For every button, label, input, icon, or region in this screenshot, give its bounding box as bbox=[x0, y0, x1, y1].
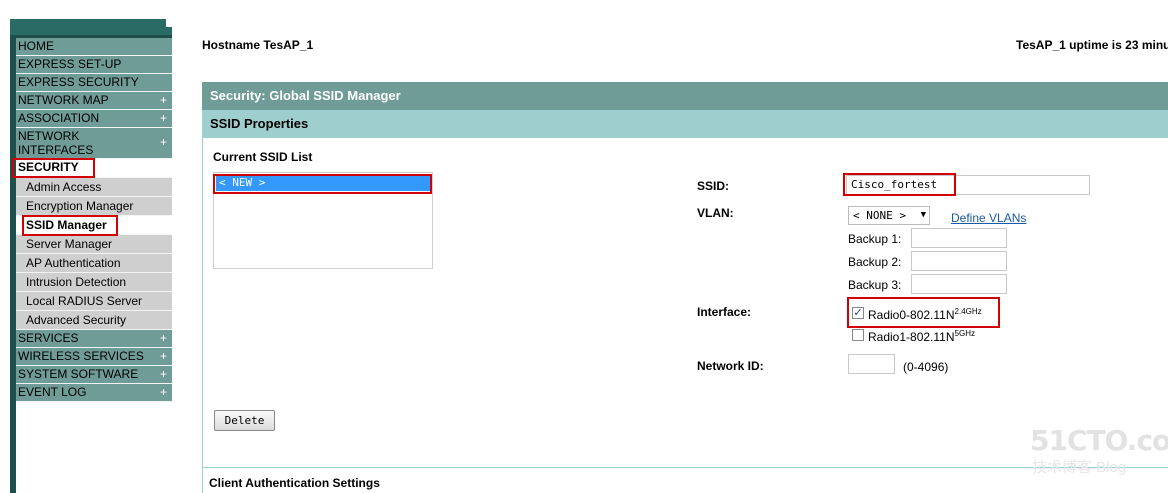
radio1-label: Radio1-802.11N bbox=[868, 330, 955, 344]
sidebar-nav: HOME EXPRESS SET-UP EXPRESS SECURITY NET… bbox=[16, 38, 172, 402]
sidebar-item-label: NETWORK MAP bbox=[18, 93, 109, 107]
radio1-band: 5GHz bbox=[954, 329, 975, 338]
radio0-label: Radio0-802.11N bbox=[868, 308, 955, 322]
sidebar-item-network-map[interactable]: NETWORK MAP + bbox=[16, 92, 172, 110]
sidebar-item-label: SECURITY bbox=[18, 160, 79, 174]
watermark-logo: 51CTO.com bbox=[1030, 424, 1168, 457]
backup2-label: Backup 2: bbox=[848, 255, 902, 269]
expand-plus-icon[interactable]: + bbox=[160, 366, 167, 383]
sidebar-subitem-encryption-manager[interactable]: Encryption Manager bbox=[16, 197, 172, 216]
vlan-select[interactable]: < NONE > ▼ bbox=[848, 206, 930, 225]
sidebar-item-label: WIRELESS SERVICES bbox=[18, 349, 144, 363]
backup3-label: Backup 3: bbox=[848, 278, 902, 292]
expand-plus-icon[interactable]: + bbox=[160, 348, 167, 365]
radio1-checkbox[interactable] bbox=[852, 329, 864, 341]
radio0-option: Radio0-802.11N2.4GHz bbox=[868, 307, 982, 322]
interface-label: Interface: bbox=[697, 305, 752, 319]
sidebar-item-association[interactable]: ASSOCIATION + bbox=[16, 110, 172, 128]
delete-button[interactable]: Delete bbox=[214, 410, 275, 431]
ssid-list-label: Current SSID List bbox=[213, 150, 313, 164]
sidebar-subitem-admin-access[interactable]: Admin Access bbox=[16, 178, 172, 197]
sidebar-blank-area bbox=[16, 401, 172, 493]
watermark-sub: 技术博客 Blog bbox=[1032, 459, 1127, 476]
backup2-input[interactable] bbox=[911, 251, 1007, 271]
sidebar-tab-notch bbox=[166, 19, 172, 27]
sidebar-item-label: NETWORK INTERFACES bbox=[18, 129, 94, 157]
expand-plus-icon[interactable]: + bbox=[160, 135, 167, 149]
sidebar-item-event-log[interactable]: EVENT LOG + bbox=[16, 384, 172, 402]
ssid-list[interactable]: < NEW > bbox=[213, 172, 433, 269]
vlan-selected-value: < NONE > bbox=[853, 209, 906, 222]
dropdown-arrow-icon: ▼ bbox=[920, 210, 926, 220]
sidebar-subitem-ssid-manager[interactable]: SSID Manager bbox=[16, 216, 172, 235]
expand-plus-icon[interactable]: + bbox=[160, 92, 167, 109]
network-id-range: (0-4096) bbox=[903, 360, 949, 374]
section-divider bbox=[202, 467, 1168, 468]
sidebar-subitem-server-manager[interactable]: Server Manager bbox=[16, 235, 172, 254]
radio0-band: 2.4GHz bbox=[954, 307, 982, 316]
page-title: Security: Global SSID Manager bbox=[202, 82, 1168, 110]
sidebar-subitem-local-radius-server[interactable]: Local RADIUS Server bbox=[16, 292, 172, 311]
backup3-input[interactable] bbox=[911, 274, 1007, 294]
sidebar-item-security[interactable]: SECURITY bbox=[16, 159, 172, 178]
sidebar-item-label: ASSOCIATION bbox=[18, 111, 100, 125]
backup1-label: Backup 1: bbox=[848, 232, 902, 246]
sidebar-item-home[interactable]: HOME bbox=[16, 38, 172, 56]
ssid-input[interactable]: Cisco_fortest bbox=[846, 175, 1090, 195]
sidebar-item-label: HOME bbox=[18, 39, 54, 53]
radio1-option: Radio1-802.11N5GHz bbox=[868, 329, 975, 344]
expand-plus-icon[interactable]: + bbox=[160, 384, 167, 401]
ssid-label: SSID: bbox=[697, 179, 730, 193]
network-id-input[interactable] bbox=[848, 354, 895, 374]
sidebar-subitem-advanced-security[interactable]: Advanced Security bbox=[16, 311, 172, 330]
ssid-list-item-new[interactable]: < NEW > bbox=[216, 175, 430, 191]
sidebar-item-label: EXPRESS SET-UP bbox=[18, 57, 122, 71]
section-title: SSID Properties bbox=[202, 110, 1168, 138]
sidebar-subitem-ap-authentication[interactable]: AP Authentication bbox=[16, 254, 172, 273]
sidebar-subitem-intrusion-detection[interactable]: Intrusion Detection bbox=[16, 273, 172, 292]
backup1-input[interactable] bbox=[911, 228, 1007, 248]
define-vlans-link[interactable]: Define VLANs bbox=[951, 211, 1026, 225]
hostname-label: Hostname TesAP_1 bbox=[202, 38, 314, 52]
sidebar-item-system-software[interactable]: SYSTEM SOFTWARE + bbox=[16, 366, 172, 384]
expand-plus-icon[interactable]: + bbox=[160, 330, 167, 347]
sidebar-item-label: SYSTEM SOFTWARE bbox=[18, 367, 139, 381]
radio0-checkbox[interactable]: ✓ bbox=[852, 307, 864, 319]
sidebar-item-express-security[interactable]: EXPRESS SECURITY bbox=[16, 74, 172, 92]
sidebar-item-label: SERVICES bbox=[18, 331, 79, 345]
sidebar-item-label: EVENT LOG bbox=[18, 385, 87, 399]
client-auth-section-title: Client Authentication Settings bbox=[209, 476, 380, 490]
network-id-label: Network ID: bbox=[697, 359, 764, 373]
sidebar-item-label: EXPRESS SECURITY bbox=[18, 75, 139, 89]
sidebar-item-wireless-services[interactable]: WIRELESS SERVICES + bbox=[16, 348, 172, 366]
sidebar-top-tab bbox=[10, 19, 172, 35]
vlan-label: VLAN: bbox=[697, 206, 734, 220]
sidebar-item-services[interactable]: SERVICES + bbox=[16, 330, 172, 348]
sidebar-item-network-interfaces[interactable]: NETWORK INTERFACES + bbox=[16, 128, 172, 159]
sidebar-item-express-setup[interactable]: EXPRESS SET-UP bbox=[16, 56, 172, 74]
uptime-text: TesAP_1 uptime is 23 minu bbox=[1016, 38, 1168, 52]
expand-plus-icon[interactable]: + bbox=[160, 110, 167, 127]
checkmark-icon: ✓ bbox=[853, 307, 863, 319]
panel-left-border bbox=[202, 138, 203, 493]
